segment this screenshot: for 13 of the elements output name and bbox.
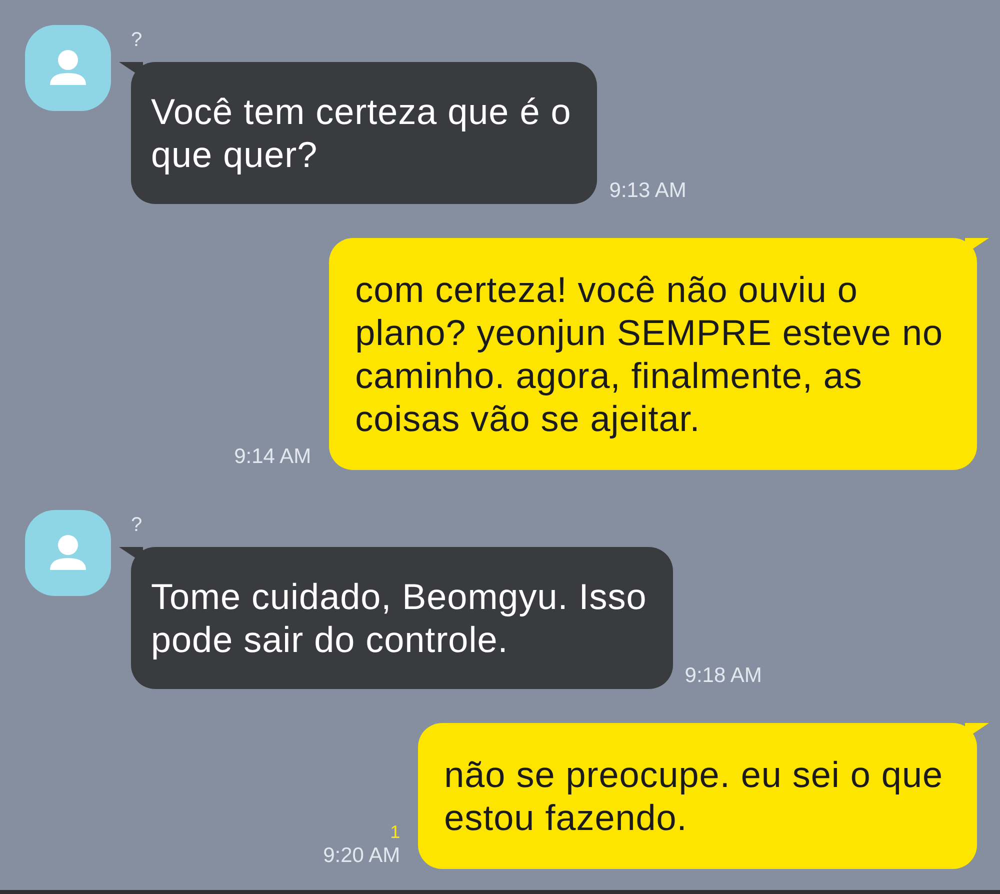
avatar-icon: [25, 510, 111, 596]
message-time: 9:14 AM: [234, 444, 312, 470]
message-time: 9:13 AM: [609, 178, 686, 204]
message-time: 9:18 AM: [684, 663, 762, 689]
message-bubble: Tome cuidado, Beomgyu. Isso pode sair do controle.: [131, 547, 673, 689]
unread-count: 1: [390, 821, 400, 843]
message-bubble: Você tem certeza que é o que quer?: [131, 62, 598, 204]
message-time: 9:20 AM: [323, 843, 400, 869]
sender-name: ?: [131, 28, 142, 52]
message-bubble: com certeza! você não ouviu o plano? yeonjun SEMPRE esteve no caminho. agora, finalmente, as coisas vão se ajeitar.: [329, 238, 977, 470]
message-bubble: não se preocupe. eu sei o que estou fazendo.: [418, 723, 977, 869]
sender-name: ?: [131, 513, 142, 537]
avatar-icon: [25, 25, 111, 111]
